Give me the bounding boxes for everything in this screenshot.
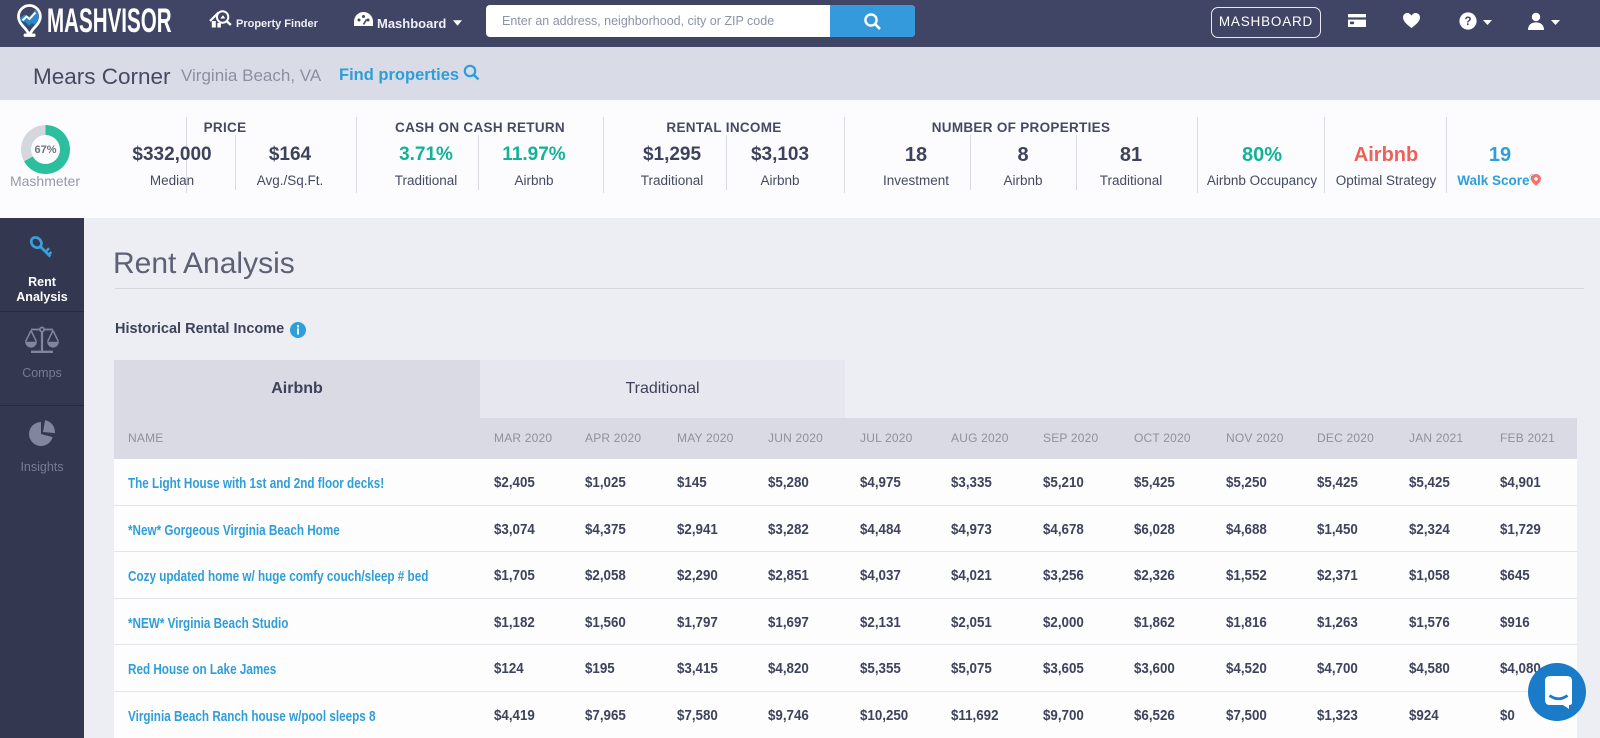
svg-text:?: ? <box>1464 16 1471 28</box>
